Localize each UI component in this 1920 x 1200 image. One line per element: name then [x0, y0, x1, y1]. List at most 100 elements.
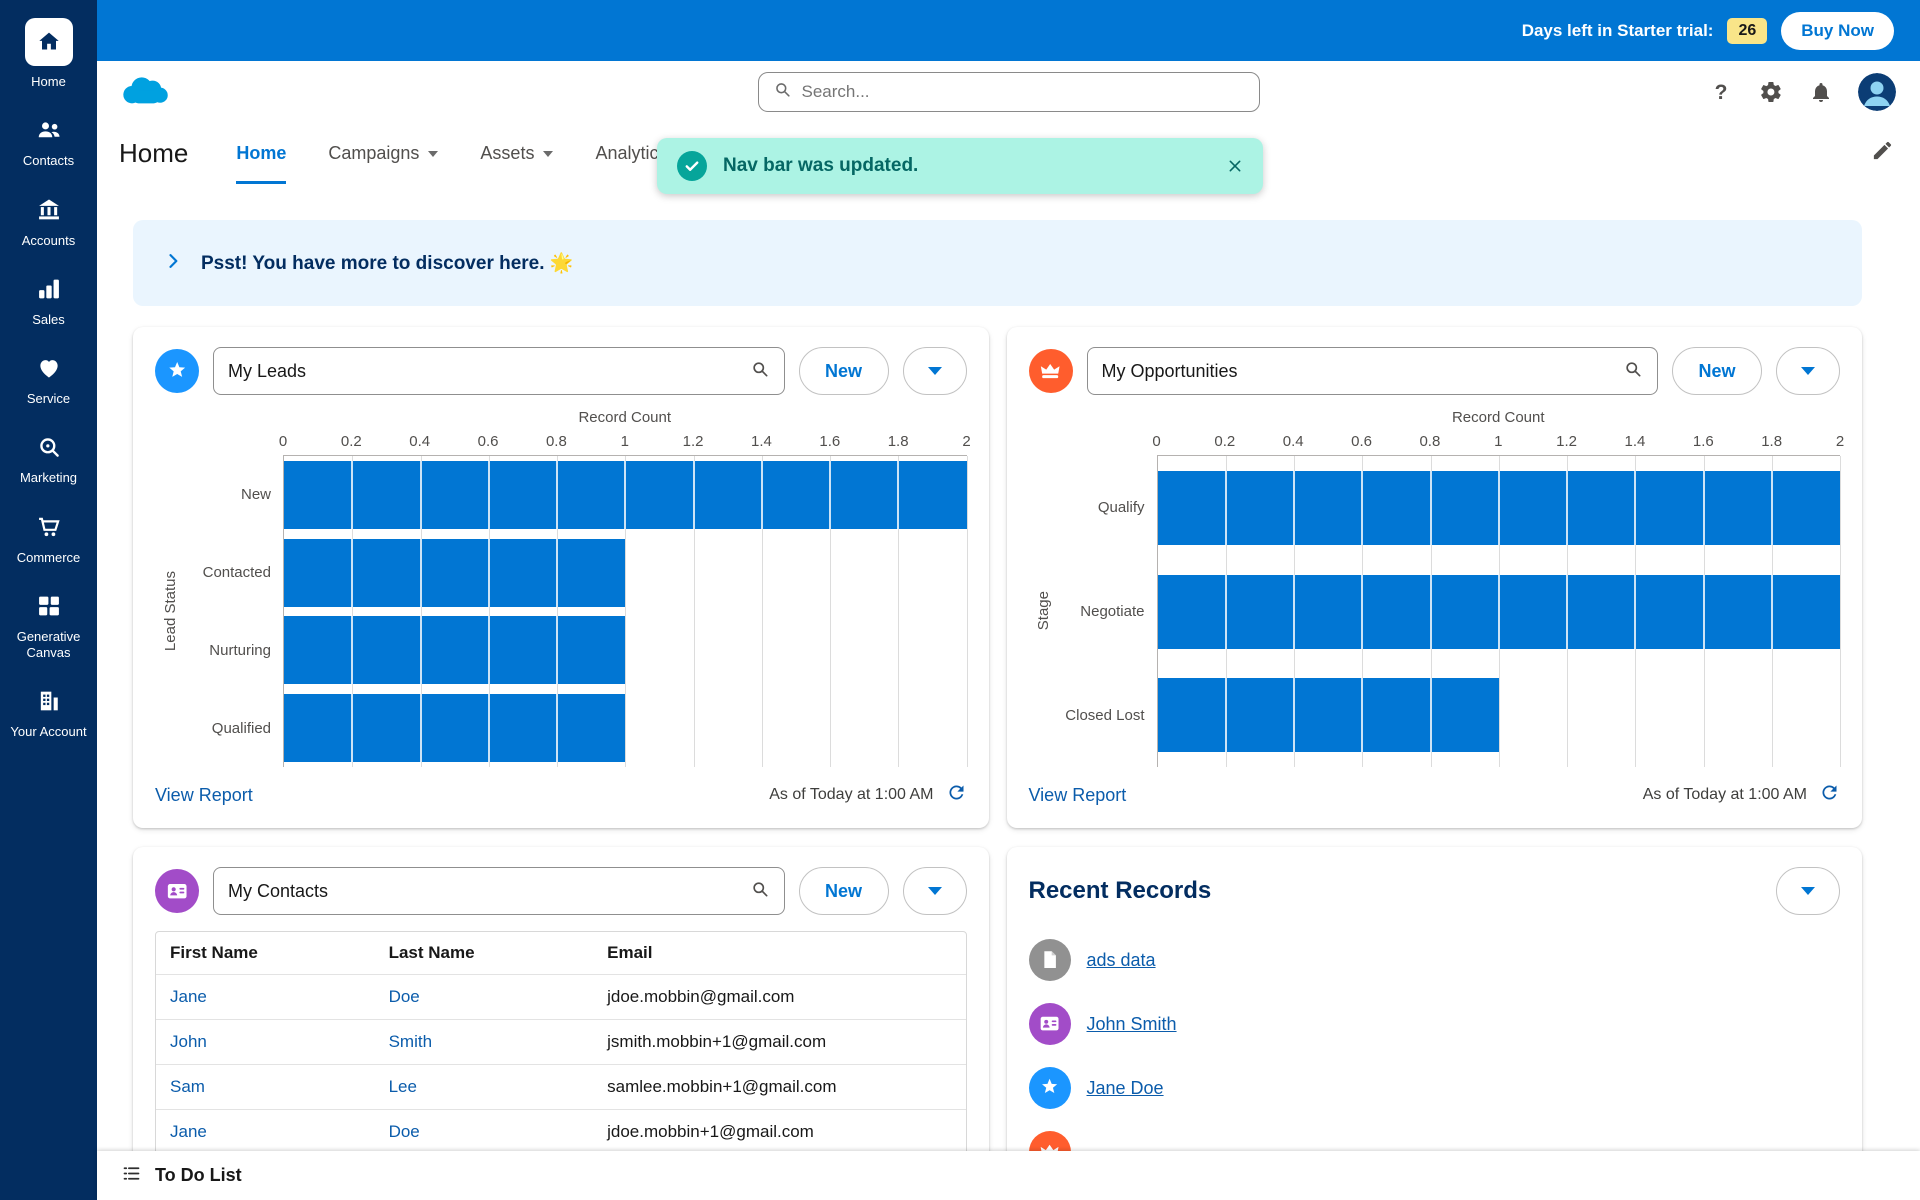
sidebar-item-accounts[interactable]: Accounts	[0, 195, 97, 249]
cell-last-name[interactable]: Lee	[375, 1065, 594, 1110]
list-item[interactable]: John Smith	[1029, 1003, 1841, 1045]
sidebar-item-your-account[interactable]: Your Account	[0, 686, 97, 740]
sidebar-item-commerce[interactable]: Commerce	[0, 512, 97, 566]
tick-label: 1.8	[888, 433, 909, 450]
chart-category-label: Closed Lost	[1059, 663, 1157, 767]
tick-label: 1.6	[1693, 433, 1714, 450]
chart-y-axis-label: Stage	[1035, 591, 1052, 630]
opportunities-search-input[interactable]	[1102, 361, 1614, 382]
cell-first-name[interactable]: John	[156, 1020, 375, 1065]
chart-category-labels: QualifyNegotiateClosed Lost	[1059, 455, 1157, 767]
contacts-listview-search[interactable]	[213, 867, 785, 915]
gear-icon[interactable]	[1758, 79, 1784, 105]
service-icon	[34, 353, 64, 383]
todo-list-bar[interactable]: To Do List	[97, 1151, 1920, 1200]
tick-label: 0	[1152, 433, 1160, 450]
bar-negotiate[interactable]	[1158, 575, 1841, 649]
tick-label: 2	[962, 433, 970, 450]
tab-assets[interactable]: Assets	[480, 122, 553, 184]
tab-label: Home	[236, 143, 286, 164]
opportunities-card-header: New	[1029, 347, 1841, 395]
bar-qualify[interactable]	[1158, 471, 1841, 545]
global-header: ?	[97, 61, 1920, 122]
cell-first-name[interactable]: Jane	[156, 975, 375, 1020]
contacts-actions-dropdown[interactable]	[903, 867, 967, 915]
edit-pencil-icon[interactable]	[1871, 139, 1894, 167]
record-link[interactable]: John Smith	[1087, 1014, 1177, 1035]
record-link[interactable]: ads data	[1087, 950, 1156, 971]
chart-plot	[1157, 455, 1841, 767]
leads-listview-search[interactable]	[213, 347, 785, 395]
my-contacts-card: New First NameLast NameEmail JaneDoejdoe…	[133, 847, 989, 1200]
bar-contacted[interactable]	[284, 539, 625, 607]
table-row[interactable]: SamLeesamlee.mobbin+1@gmail.com	[156, 1065, 966, 1110]
cell-email: jsmith.mobbin+1@gmail.com	[593, 1020, 965, 1065]
cell-email: jdoe.mobbin@gmail.com	[593, 975, 965, 1020]
list-item[interactable]: ads data	[1029, 939, 1841, 981]
chevron-down-icon	[1801, 887, 1815, 895]
cell-last-name[interactable]: Smith	[375, 1020, 594, 1065]
tab-label: Campaigns	[328, 143, 419, 164]
opportunities-actions-dropdown[interactable]	[1776, 347, 1840, 395]
todo-list-label: To Do List	[155, 1165, 242, 1186]
chart-tick-labels: 00.20.40.60.811.21.41.61.82	[1157, 431, 1841, 455]
cell-first-name[interactable]: Jane	[156, 1110, 375, 1155]
bar-new[interactable]	[284, 461, 967, 529]
chart-category-label: Qualified	[185, 689, 283, 767]
new-opportunity-button[interactable]: New	[1672, 347, 1762, 395]
sidebar-item-service[interactable]: Service	[0, 353, 97, 407]
toast-message: Nav bar was updated.	[723, 155, 1211, 177]
sidebar-item-generative-canvas[interactable]: Generative Canvas	[0, 591, 97, 662]
sidebar-item-contacts[interactable]: Contacts	[0, 115, 97, 169]
bell-icon[interactable]	[1808, 79, 1834, 105]
contacts-card-header: New	[155, 867, 967, 915]
discover-banner[interactable]: Psst! You have more to discover here. 🌟	[133, 220, 1862, 306]
success-check-icon	[677, 151, 707, 181]
opportunities-listview-search[interactable]	[1087, 347, 1659, 395]
bar-closed-lost[interactable]	[1158, 678, 1499, 752]
refresh-icon[interactable]	[1819, 782, 1840, 808]
sidebar-item-label: Commerce	[13, 550, 85, 566]
cell-last-name[interactable]: Doe	[375, 975, 594, 1020]
cell-first-name[interactable]: Sam	[156, 1065, 375, 1110]
new-contact-button[interactable]: New	[799, 867, 889, 915]
cell-last-name[interactable]: Doe	[375, 1110, 594, 1155]
bar-qualified[interactable]	[284, 694, 625, 762]
sidebar-item-label: Home	[27, 74, 70, 90]
tick-label: 0.2	[1214, 433, 1235, 450]
contacts-table-body: JaneDoejdoe.mobbin@gmail.comJohnSmithjsm…	[156, 975, 966, 1155]
buy-now-button[interactable]: Buy Now	[1781, 12, 1894, 50]
sidebar-item-marketing[interactable]: Marketing	[0, 432, 97, 486]
leads-bar-chart: Lead Status NewContactedNurturingQualifi…	[155, 409, 967, 767]
view-report-link[interactable]: View Report	[1029, 785, 1127, 806]
bar-nurturing[interactable]	[284, 616, 625, 684]
table-row[interactable]: JaneDoejdoe.mobbin+1@gmail.com	[156, 1110, 966, 1155]
leads-search-input[interactable]	[228, 361, 740, 382]
tab-campaigns[interactable]: Campaigns	[328, 122, 438, 184]
table-row[interactable]: JaneDoejdoe.mobbin@gmail.com	[156, 975, 966, 1020]
nav-tabs: HomeCampaignsAssetsAnalytics	[236, 122, 667, 184]
close-icon[interactable]	[1227, 158, 1243, 174]
tab-home[interactable]: Home	[236, 122, 286, 184]
global-search[interactable]	[758, 72, 1260, 112]
table-row[interactable]: JohnSmithjsmith.mobbin+1@gmail.com	[156, 1020, 966, 1065]
search-input[interactable]	[802, 82, 1245, 102]
tick-label: 1.6	[819, 433, 840, 450]
chart-tick-labels: 00.20.40.60.811.21.41.61.82	[283, 431, 967, 455]
recent-records-dropdown[interactable]	[1776, 867, 1840, 915]
sidebar-item-sales[interactable]: Sales	[0, 274, 97, 328]
avatar[interactable]	[1858, 73, 1896, 111]
help-icon[interactable]: ?	[1708, 79, 1734, 105]
refresh-icon[interactable]	[946, 782, 967, 808]
search-icon	[750, 879, 770, 904]
leads-actions-dropdown[interactable]	[903, 347, 967, 395]
tick-label: 0.4	[409, 433, 430, 450]
list-item[interactable]: Jane Doe	[1029, 1067, 1841, 1109]
new-lead-button[interactable]: New	[799, 347, 889, 395]
contacts-search-input[interactable]	[228, 881, 740, 902]
sidebar-item-home[interactable]: Home	[0, 18, 97, 90]
lead-icon	[155, 349, 199, 393]
view-report-link[interactable]: View Report	[155, 785, 253, 806]
record-link[interactable]: Jane Doe	[1087, 1078, 1164, 1099]
cell-email: jdoe.mobbin+1@gmail.com	[593, 1110, 965, 1155]
